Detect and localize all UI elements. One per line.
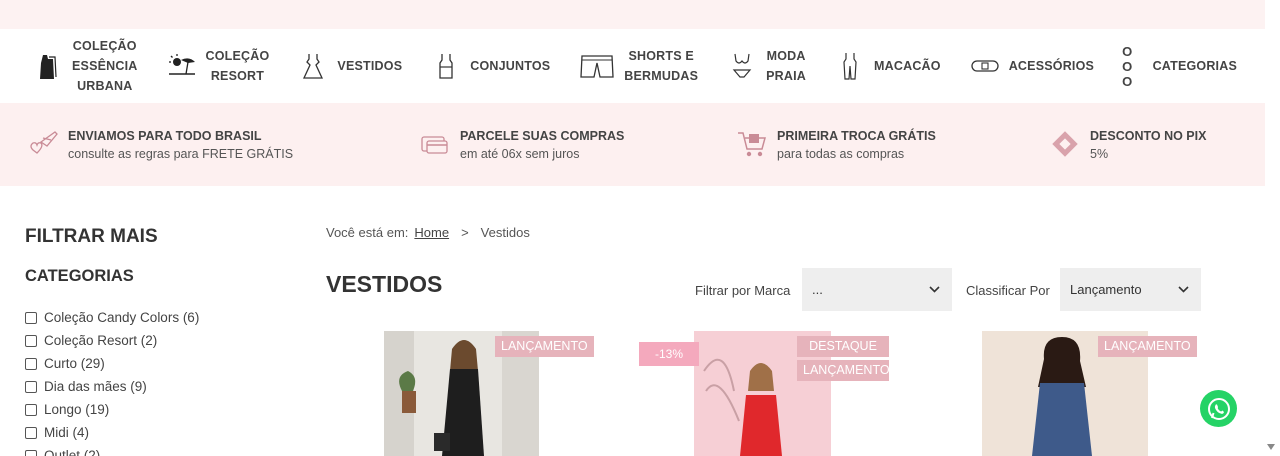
category-label: Midi (4) (44, 425, 90, 440)
category-filter-item[interactable]: Coleção Resort (2) (25, 329, 199, 352)
benefit-shipping: ENVIAMOS PARA TODO BRASIL consulte as re… (26, 127, 293, 163)
benefit-title: DESCONTO NO PIX (1090, 129, 1207, 143)
category-label: Coleção Candy Colors (6) (44, 310, 200, 325)
benefit-installments: PARCELE SUAS COMPRAS em até 06x sem juro… (418, 127, 624, 163)
discount-badge: -13% (639, 342, 700, 366)
product-badge: LANÇAMENTO (495, 336, 594, 357)
category-checkbox[interactable] (25, 357, 37, 370)
chevron-down-icon (929, 286, 940, 293)
category-filter-item[interactable]: Coleção Candy Colors (6) (25, 306, 199, 329)
filter-title: FILTRAR MAIS (25, 226, 158, 247)
benefit-subtitle: em até 06x sem juros (460, 147, 580, 161)
brand-filter-label: Filtrar por Marca (695, 283, 791, 298)
nav-label-line: PRAIA (766, 69, 807, 83)
benefit-title: PRIMEIRA TROCA GRÁTIS (777, 129, 936, 143)
benefit-title: ENVIAMOS PARA TODO BRASIL (68, 129, 262, 143)
category-label: Dia das mães (9) (44, 379, 147, 394)
nav-item-categorias[interactable]: O O O CATEGORIAS (1122, 44, 1237, 89)
nav-item-essencia-urbana[interactable]: COLEÇÃO ESSÊNCIA URBANA (32, 36, 138, 96)
nav-label-line: BERMUDAS (624, 69, 699, 83)
nav-label-line: URBANA (77, 79, 133, 93)
category-nav: COLEÇÃO ESSÊNCIA URBANA COLEÇÃO RESORT V… (0, 29, 1265, 103)
nav-label: CONJUNTOS (470, 59, 551, 73)
sort-label: Classificar Por (966, 283, 1050, 298)
credit-card-icon (418, 127, 452, 161)
nav-label: MACACÃO (874, 59, 941, 73)
product-badge: LANÇAMENTO (797, 360, 890, 381)
benefit-subtitle: consulte as regras para FRETE GRÁTIS (68, 147, 294, 161)
dots-icon: O O O (1122, 43, 1135, 89)
benefit-subtitle: 5% (1090, 147, 1109, 161)
nav-label-line: SHORTS E (628, 49, 694, 63)
benefit-pix: DESCONTO NO PIX 5% (1048, 127, 1206, 163)
nav-item-colecao-resort[interactable]: COLEÇÃO RESORT (166, 46, 270, 86)
breadcrumb-separator: > (461, 225, 469, 240)
benefit-title: PARCELE SUAS COMPRAS (460, 129, 625, 143)
resort-sun-icon (166, 51, 198, 81)
nav-label: VESTIDOS (337, 59, 403, 73)
benefit-exchange: PRIMEIRA TROCA GRÁTIS para todas as comp… (735, 127, 936, 163)
set-icon (430, 51, 462, 81)
airplane-heart-icon (26, 127, 60, 161)
breadcrumb-prefix: Você está em: (326, 225, 409, 240)
sort-select[interactable]: Lançamento (1060, 268, 1201, 311)
nav-label-line: MODA (766, 49, 806, 63)
nav-item-moda-praia[interactable]: MODA PRAIA (726, 46, 806, 86)
product-badge: LANÇAMENTO (1098, 336, 1197, 357)
nav-label-line: RESORT (210, 69, 265, 83)
breadcrumb-current: Vestidos (480, 225, 530, 240)
category-checkbox[interactable] (25, 380, 37, 393)
whatsapp-button[interactable] (1200, 390, 1237, 427)
nav-label-line: COLEÇÃO (205, 49, 270, 63)
category-checkbox[interactable] (25, 311, 37, 324)
nav-item-macacao[interactable]: MACACÃO (834, 51, 941, 81)
nav-label-line: COLEÇÃO (72, 39, 137, 53)
category-filter-list: Coleção Candy Colors (6) Coleção Resort … (25, 306, 199, 456)
shorts-icon (578, 51, 616, 81)
nav-item-shorts-bermudas[interactable]: SHORTS E BERMUDAS (578, 46, 698, 86)
nav-label: ACESSÓRIOS (1008, 59, 1095, 73)
category-label: Curto (29) (44, 356, 105, 371)
category-filter-item[interactable]: Midi (4) (25, 421, 199, 444)
brand-filter-value: ... (812, 282, 823, 297)
benefit-subtitle: para todas as compras (777, 147, 905, 161)
chevron-down-icon (1178, 286, 1189, 293)
sort-value: Lançamento (1070, 282, 1142, 297)
category-filter-item[interactable]: Curto (29) (25, 352, 199, 375)
category-checkbox[interactable] (25, 403, 37, 416)
nav-label: CATEGORIAS (1152, 59, 1237, 73)
category-label: Coleção Resort (2) (44, 333, 158, 348)
category-label: Outlet (2) (44, 448, 101, 456)
category-filter-item[interactable]: Dia das mães (9) (25, 375, 199, 398)
essence-collection-icon (32, 51, 64, 81)
breadcrumb: Você está em: Home > Vestidos (326, 225, 530, 240)
benefits-bar: ENVIAMOS PARA TODO BRASIL consulte as re… (0, 103, 1265, 186)
dress-icon (297, 51, 329, 81)
category-checkbox[interactable] (25, 449, 37, 456)
category-checkbox[interactable] (25, 334, 37, 347)
bikini-icon (726, 51, 758, 81)
page-title: VESTIDOS (326, 271, 443, 297)
category-checkbox[interactable] (25, 426, 37, 439)
product-badge: DESTAQUE (797, 336, 889, 357)
jumpsuit-icon (834, 51, 866, 81)
nav-label-line: ESSÊNCIA (72, 59, 138, 73)
pix-icon (1048, 127, 1082, 161)
belt-icon (969, 51, 1001, 81)
category-label: Longo (19) (44, 402, 110, 417)
category-filter-item[interactable]: Longo (19) (25, 398, 199, 421)
categories-title: CATEGORIAS (25, 267, 134, 285)
brand-filter-select[interactable]: ... (802, 268, 952, 311)
scroll-down-arrow[interactable] (1267, 444, 1275, 450)
nav-item-vestidos[interactable]: VESTIDOS (297, 51, 402, 81)
breadcrumb-home-link[interactable]: Home (414, 225, 449, 240)
nav-item-conjuntos[interactable]: CONJUNTOS (430, 51, 550, 81)
whatsapp-icon (1207, 397, 1230, 420)
category-filter-item[interactable]: Outlet (2) (25, 444, 199, 456)
top-promo-bar (0, 0, 1265, 29)
nav-item-acessorios[interactable]: ACESSÓRIOS (969, 51, 1094, 81)
shopping-cart-icon (735, 127, 769, 161)
